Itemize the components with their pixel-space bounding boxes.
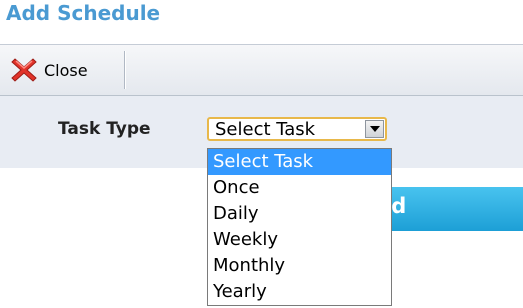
task-type-select-value: Select Task	[215, 118, 316, 140]
chevron-down-icon[interactable]	[365, 120, 384, 138]
dropdown-option[interactable]: Once	[208, 175, 391, 201]
task-type-select[interactable]: Select Task	[207, 117, 387, 141]
close-label: Close	[44, 60, 88, 80]
close-icon	[11, 58, 37, 82]
toolbar: Close	[0, 44, 523, 96]
task-type-dropdown-list: Select Task Once Daily Weekly Monthly Ye…	[207, 148, 392, 306]
dropdown-option[interactable]: Weekly	[208, 227, 391, 253]
dropdown-option[interactable]: Yearly	[208, 279, 391, 305]
close-button[interactable]: Close	[0, 51, 125, 89]
dropdown-option[interactable]: Monthly	[208, 253, 391, 279]
task-type-label: Task Type	[58, 119, 151, 139]
dropdown-option[interactable]: Daily	[208, 201, 391, 227]
dropdown-option[interactable]: Select Task	[208, 149, 391, 175]
page-title: Add Schedule	[6, 1, 161, 25]
